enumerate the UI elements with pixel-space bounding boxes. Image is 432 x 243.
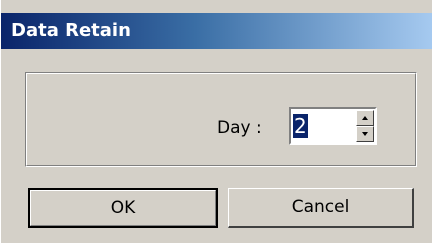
arrow-down-icon	[362, 132, 368, 136]
day-value-selected: 2	[293, 114, 308, 138]
ok-button-label: OK	[110, 198, 136, 218]
day-label: Day :	[217, 118, 262, 138]
spin-up-button[interactable]	[356, 110, 374, 126]
cancel-button[interactable]: Cancel	[228, 188, 414, 228]
window-title: Data Retain	[11, 20, 131, 41]
title-bar[interactable]: Data Retain	[1, 13, 432, 49]
arrow-up-icon	[362, 116, 368, 120]
cancel-button-label: Cancel	[291, 197, 350, 217]
day-input[interactable]: 2	[293, 111, 353, 141]
spin-down-button[interactable]	[356, 126, 374, 142]
day-spinbox[interactable]: 2	[289, 107, 377, 145]
dialog-window: Data Retain Day : 2 OK Cancel	[0, 0, 432, 243]
ok-button[interactable]: OK	[28, 188, 218, 228]
